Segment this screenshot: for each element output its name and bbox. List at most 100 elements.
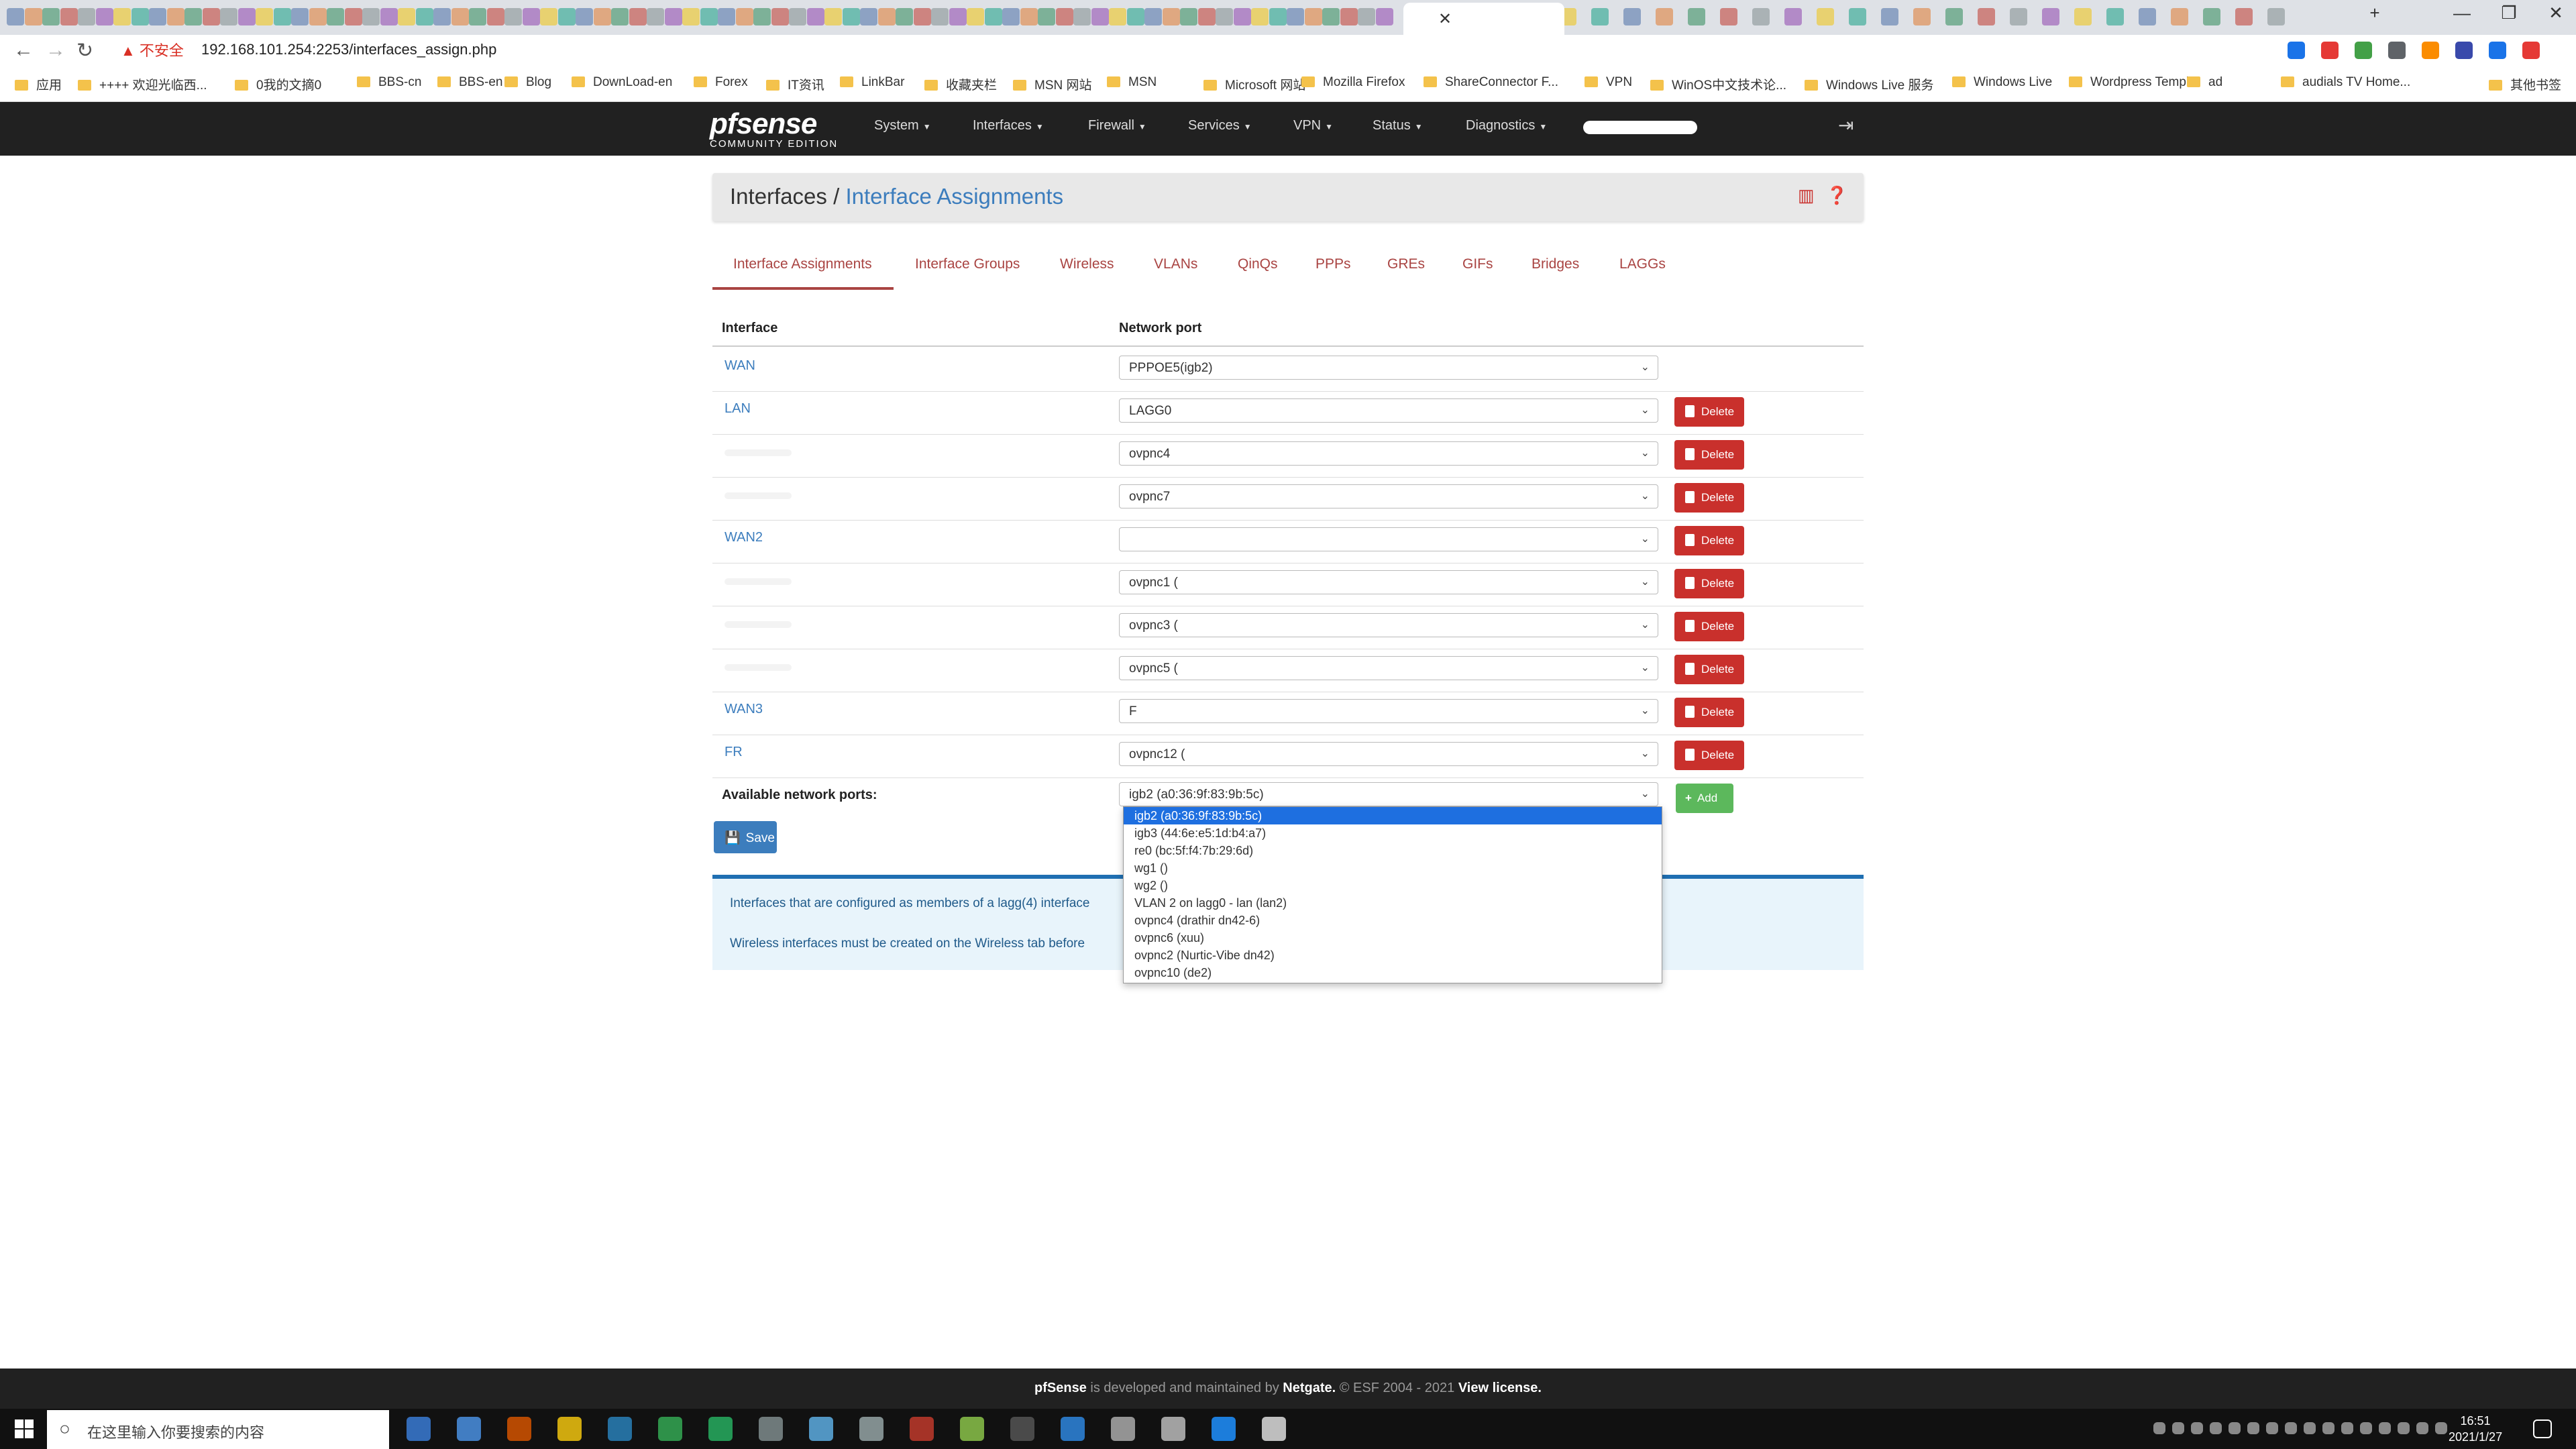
extension-icon[interactable] <box>2388 42 2406 59</box>
bookmark-item[interactable]: Wordpress Templ... <box>2069 75 2200 90</box>
pfsense-logo[interactable]: pfsense COMMUNITY EDITION <box>710 107 838 150</box>
browser-tab-favicon[interactable] <box>184 8 202 25</box>
browser-tab-favicon[interactable] <box>451 8 469 25</box>
browser-tab-favicon[interactable] <box>913 8 931 25</box>
browser-tab-favicon[interactable] <box>24 8 42 25</box>
taskbar-app-icon[interactable] <box>658 1417 682 1441</box>
browser-tab-favicon[interactable] <box>967 8 984 25</box>
nav-menu-firewall[interactable]: Firewall ▼ <box>1088 118 1146 133</box>
taskbar-app-icon[interactable] <box>859 1417 883 1441</box>
browser-tab-favicon[interactable] <box>1073 8 1091 25</box>
start-icon[interactable] <box>15 1419 34 1438</box>
bookmark-item[interactable]: MSN 网站 <box>1013 75 1092 93</box>
browser-tab-favicon[interactable] <box>2074 8 2092 25</box>
browser-tab-favicon[interactable] <box>877 8 896 25</box>
browser-tab-favicon[interactable] <box>398 8 415 25</box>
browser-tab-favicon[interactable] <box>469 8 486 25</box>
browser-tab-favicon[interactable] <box>486 8 504 25</box>
network-port-select[interactable]: ovpnc7 ⌄ <box>1119 484 1658 508</box>
browser-tab-favicon[interactable] <box>1197 8 1216 25</box>
taskbar-app-icon[interactable] <box>1111 1417 1135 1441</box>
browser-tab-favicon[interactable] <box>931 8 949 25</box>
bookmark-item[interactable]: LinkBar <box>840 75 904 90</box>
bookmark-item[interactable]: Forex <box>694 75 748 90</box>
available-ports-select[interactable]: igb2 (a0:36:9f:83:9b:5c) ⌄ <box>1119 782 1658 806</box>
browser-tab-favicon[interactable] <box>593 8 611 25</box>
browser-tab-favicon[interactable] <box>1881 8 1898 25</box>
browser-tab-favicon[interactable] <box>2203 8 2220 25</box>
delete-button[interactable]: Delete <box>1674 698 1744 727</box>
nav-menu-vpn[interactable]: VPN ▼ <box>1293 118 1333 133</box>
tab-gifs[interactable]: GIFs <box>1462 256 1493 272</box>
dropdown-option[interactable]: re0 (bc:5f:f4:7b:29:6d) <box>1124 842 1662 859</box>
browser-tab-favicon[interactable] <box>113 8 131 25</box>
browser-tab-favicon[interactable] <box>984 8 1002 25</box>
browser-tab-favicon[interactable] <box>1322 8 1340 25</box>
dropdown-option[interactable]: VLAN 2 on lagg0 - lan (lan2) <box>1124 894 1662 912</box>
bookmark-item[interactable]: Microsoft 网站 <box>1203 75 1305 93</box>
browser-tab-favicon[interactable] <box>1656 8 1673 25</box>
network-port-select[interactable]: ovpnc4 ⌄ <box>1119 441 1658 466</box>
browser-tab-favicon[interactable] <box>78 8 95 25</box>
bookmark-item[interactable]: ShareConnector F... <box>1424 75 1558 90</box>
nav-menu-status[interactable]: Status ▼ <box>1373 118 1423 133</box>
delete-button[interactable]: Delete <box>1674 440 1744 470</box>
tray-icon[interactable] <box>2210 1422 2222 1434</box>
browser-tab-favicon[interactable] <box>256 8 273 25</box>
active-browser-tab[interactable]: ✕ <box>1403 3 1564 35</box>
browser-tab-favicon[interactable] <box>1375 8 1393 25</box>
browser-tab-favicon[interactable] <box>718 8 735 25</box>
bookmark-item[interactable]: BBS-cn <box>357 75 421 90</box>
browser-tab-favicon[interactable] <box>433 8 451 25</box>
delete-button[interactable]: Delete <box>1674 526 1744 555</box>
extension-icon[interactable] <box>2288 42 2305 59</box>
add-button[interactable]: + Add <box>1676 784 1733 813</box>
tray-icon[interactable] <box>2379 1422 2391 1434</box>
bookmark-item[interactable]: Windows Live <box>1952 75 2052 90</box>
tab-interface-groups[interactable]: Interface Groups <box>915 256 1020 272</box>
nav-menu-services[interactable]: Services ▼ <box>1188 118 1252 133</box>
browser-tab-favicon[interactable] <box>309 8 327 25</box>
tab-ppps[interactable]: PPPs <box>1316 256 1351 272</box>
browser-tab-favicon[interactable] <box>629 8 647 25</box>
tab-interface-assignments[interactable]: Interface Assignments <box>733 256 872 272</box>
breadcrumb-interfaces[interactable]: Interfaces <box>730 184 827 209</box>
browser-tab-favicon[interactable] <box>1913 8 1931 25</box>
browser-tab-favicon[interactable] <box>1752 8 1770 25</box>
browser-tab-favicon[interactable] <box>576 8 593 25</box>
save-button[interactable]: 💾 Save <box>714 821 777 853</box>
back-icon[interactable]: ← <box>13 39 34 62</box>
browser-tab-favicon[interactable] <box>611 8 629 25</box>
network-port-select[interactable]: LAGG0 ⌄ <box>1119 398 1658 423</box>
notification-icon[interactable] <box>2533 1419 2552 1438</box>
browser-tab-favicon[interactable] <box>1162 8 1180 25</box>
dropdown-option[interactable]: ovpnc6 (xuu) <box>1124 929 1662 947</box>
bookmark-item[interactable]: VPN <box>1585 75 1632 90</box>
delete-button[interactable]: Delete <box>1674 655 1744 684</box>
network-port-select[interactable]: ⌄ <box>1119 527 1658 551</box>
browser-tab-favicon[interactable] <box>1055 8 1073 25</box>
browser-tab-favicon[interactable] <box>1688 8 1705 25</box>
browser-tab-favicon[interactable] <box>1251 8 1269 25</box>
restore-icon[interactable]: ❐ <box>2489 3 2529 23</box>
browser-tab-favicon[interactable] <box>1817 8 1834 25</box>
browser-tab-favicon[interactable] <box>1180 8 1197 25</box>
ports-dropdown-list[interactable]: igb2 (a0:36:9f:83:9b:5c) igb3 (44:6e:e5:1… <box>1123 806 1662 983</box>
reload-icon[interactable]: ↻ <box>76 39 93 62</box>
browser-tab-favicon[interactable] <box>522 8 540 25</box>
browser-tab-favicon[interactable] <box>1304 8 1322 25</box>
browser-tab-favicon[interactable] <box>647 8 664 25</box>
browser-tab-favicon[interactable] <box>415 8 433 25</box>
browser-tab-favicon[interactable] <box>131 8 149 25</box>
tab-bridges[interactable]: Bridges <box>1532 256 1579 272</box>
tray-icon[interactable] <box>2266 1422 2278 1434</box>
bookmark-item[interactable]: ++++ 欢迎光临西... <box>78 75 207 93</box>
browser-tab-favicon[interactable] <box>1269 8 1287 25</box>
tab-qinqs[interactable]: QinQs <box>1238 256 1278 272</box>
browser-tab-favicon[interactable] <box>202 8 220 25</box>
network-port-select[interactable]: F ⌄ <box>1119 699 1658 723</box>
browser-tab-favicon[interactable] <box>1978 8 1995 25</box>
browser-tab-favicon[interactable] <box>327 8 344 25</box>
taskbar-app-icon[interactable] <box>809 1417 833 1441</box>
browser-tab-favicon[interactable] <box>1784 8 1802 25</box>
